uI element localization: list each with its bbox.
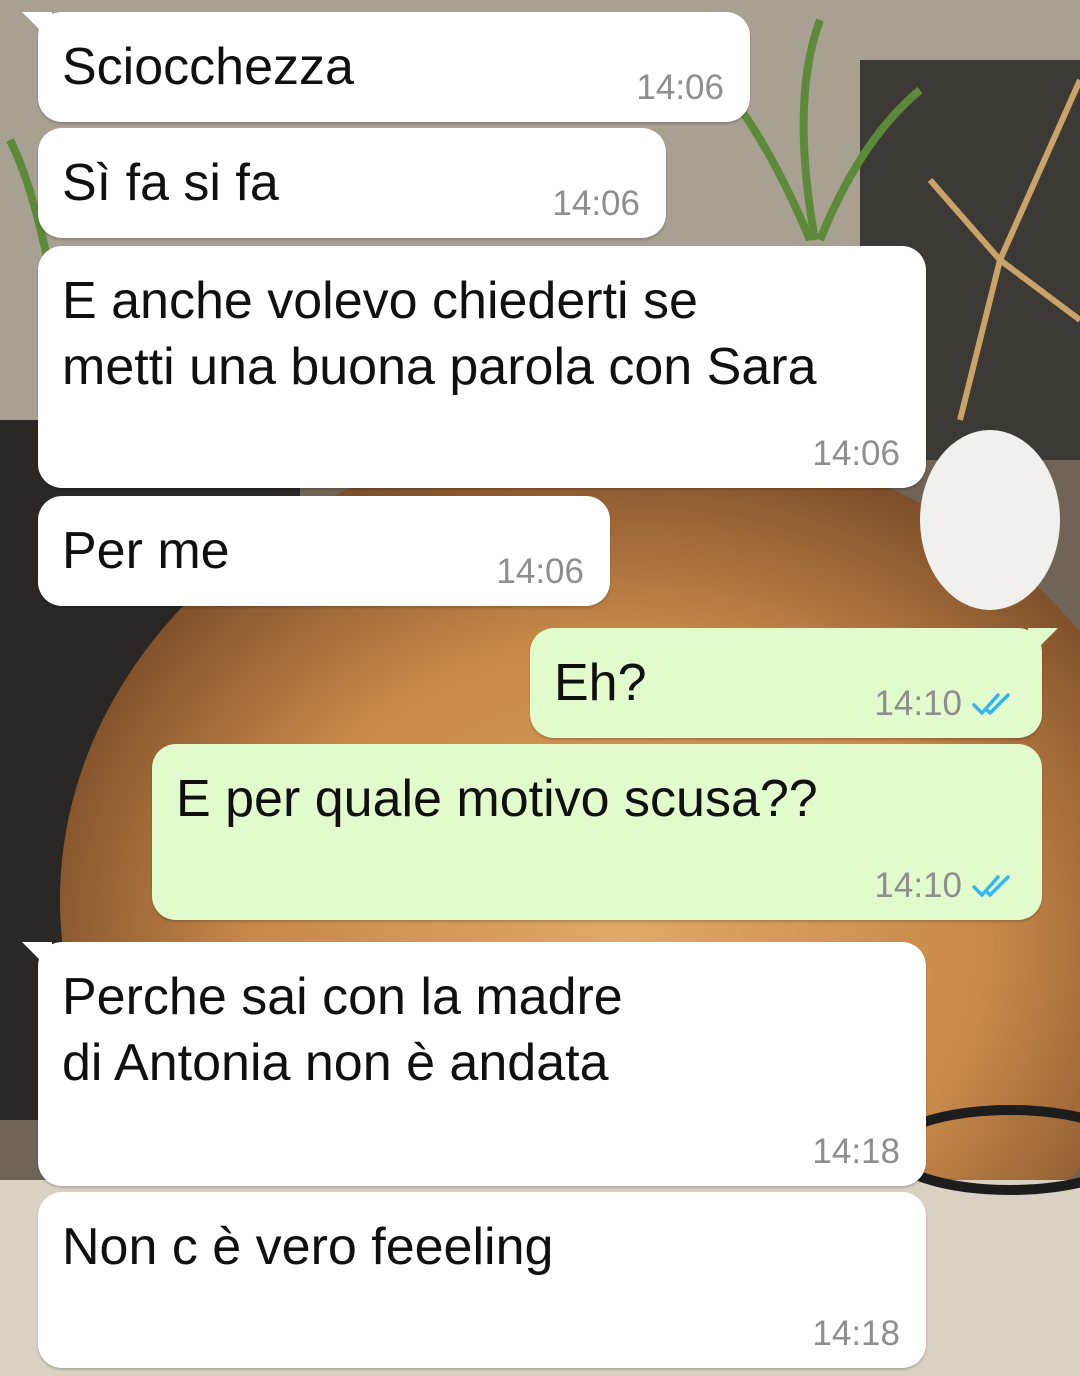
message-bubble-outgoing[interactable]: Eh? 14:10 xyxy=(530,628,1058,738)
message-meta: 14:10 xyxy=(874,866,1016,906)
message-time: 14:06 xyxy=(812,434,900,473)
message-text: E anche volevo chiederti se metti una bu… xyxy=(62,272,817,396)
message-text: Perche sai con la madre di Antonia non è… xyxy=(62,968,623,1092)
bubble-tail-icon xyxy=(22,942,52,972)
message-bubble-incoming[interactable]: Perche sai con la madre di Antonia non è… xyxy=(22,942,926,1186)
message-text: E per quale motivo scusa?? xyxy=(176,770,818,828)
message-meta: 14:06 xyxy=(552,184,640,224)
message-meta: 14:06 xyxy=(496,552,584,592)
message-time: 14:10 xyxy=(874,866,962,905)
message-meta: 14:06 xyxy=(636,68,724,108)
message-text: Non c è vero feeeling xyxy=(62,1218,554,1276)
message-bubble-incoming[interactable]: Sì fa si fa 14:06 xyxy=(38,128,666,238)
double-check-icon xyxy=(972,875,1010,897)
double-check-icon xyxy=(972,693,1010,715)
message-text: Sciocchezza xyxy=(62,38,354,96)
bubble-tail-icon xyxy=(1028,628,1058,658)
message-time: 14:10 xyxy=(874,684,962,723)
message-meta: 14:18 xyxy=(812,1132,900,1172)
message-bubble-incoming[interactable]: Non c è vero feeeling 14:18 xyxy=(38,1192,926,1368)
message-bubble-incoming[interactable]: Per me 14:06 xyxy=(38,496,610,606)
bubble-tail-icon xyxy=(22,12,52,42)
message-time: 14:18 xyxy=(812,1314,900,1353)
message-meta: 14:10 xyxy=(874,684,1016,724)
message-time: 14:06 xyxy=(496,552,584,591)
message-meta: 14:18 xyxy=(812,1314,900,1354)
message-bubble-incoming[interactable]: Sciocchezza 14:06 xyxy=(22,12,750,122)
message-time: 14:06 xyxy=(552,184,640,223)
message-meta: 14:06 xyxy=(812,434,900,474)
message-bubble-incoming[interactable]: E anche volevo chiederti se metti una bu… xyxy=(38,246,926,488)
message-time: 14:18 xyxy=(812,1132,900,1171)
message-bubble-outgoing[interactable]: E per quale motivo scusa?? 14:10 xyxy=(152,744,1042,920)
message-time: 14:06 xyxy=(636,68,724,107)
